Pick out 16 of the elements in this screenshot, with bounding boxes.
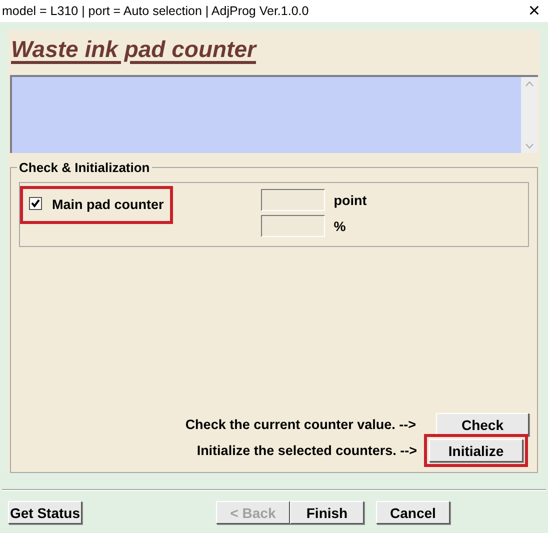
page-heading: Waste ink pad counter bbox=[11, 36, 256, 63]
unit-label: point bbox=[334, 192, 367, 208]
footer-button[interactable]: Finish bbox=[290, 501, 364, 524]
checkbox-label: Main pad counter bbox=[52, 197, 164, 212]
close-button[interactable]: × bbox=[528, 1, 540, 21]
counter-field[interactable] bbox=[260, 189, 325, 211]
action-prompt: Check the current counter value. --> bbox=[185, 417, 416, 432]
counter-field[interactable] bbox=[260, 215, 325, 237]
checkbox[interactable] bbox=[29, 197, 42, 210]
footer-button[interactable]: Cancel bbox=[376, 501, 450, 524]
group-label: Check & Initialization bbox=[18, 160, 151, 175]
unit-label: % bbox=[334, 218, 346, 234]
check-button[interactable]: Check bbox=[436, 413, 529, 436]
action-prompt: Initialize the selected counters. --> bbox=[196, 443, 417, 458]
footer-button[interactable]: Get Status bbox=[8, 501, 82, 524]
window-title: model = L310 | port = Auto selection | AdjProg Ver.1.0.0 bbox=[2, 4, 309, 18]
